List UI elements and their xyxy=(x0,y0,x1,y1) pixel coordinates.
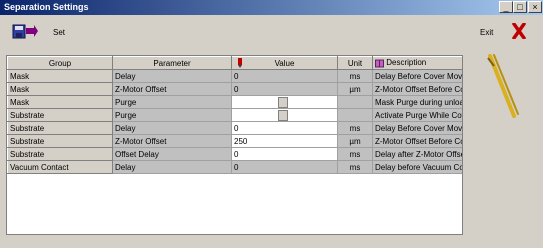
cell-description: Mask Purge during unload xyxy=(372,95,462,109)
cell-value[interactable]: 0 xyxy=(231,121,338,135)
cell-description: Delay before Vacuum Contact xyxy=(372,160,462,174)
cell-value[interactable]: 250 xyxy=(231,134,338,148)
title-bar: Separation Settings _ □ × xyxy=(0,0,543,15)
table-row: Substrate Purge Activate Purge While Cov… xyxy=(7,108,462,122)
cell-value-checkbox[interactable] xyxy=(231,108,338,122)
col-header-description-label: Description xyxy=(386,58,427,68)
cell-unit: µm xyxy=(337,134,373,148)
cell-unit: ms xyxy=(337,147,373,161)
table-row: Mask Z-Motor Offset 0 µm Z-Motor Offset … xyxy=(7,82,462,96)
cell-group: Substrate xyxy=(7,147,113,161)
col-header-value[interactable]: Value xyxy=(231,56,338,70)
tweezers-icon xyxy=(487,54,519,118)
cell-group: Substrate xyxy=(7,108,113,122)
maximize-button[interactable]: □ xyxy=(513,1,527,13)
window-title: Separation Settings xyxy=(4,2,89,12)
status-bar xyxy=(0,241,543,248)
cell-description: Z-Motor Offset Before Cover xyxy=(372,134,462,148)
table-row: Vacuum Contact Delay 0 ms Delay before V… xyxy=(7,160,462,174)
cell-value[interactable]: 0 xyxy=(231,160,338,174)
cell-value[interactable]: 0 xyxy=(231,69,338,83)
cell-description: Z-Motor Offset Before Cover xyxy=(372,82,462,96)
set-label[interactable]: Set xyxy=(53,28,65,37)
cell-value[interactable]: 0 xyxy=(231,147,338,161)
purge-checkbox[interactable] xyxy=(278,96,288,108)
table-row: Mask Purge Mask Purge during unload xyxy=(7,95,462,109)
cell-parameter: Offset Delay xyxy=(112,147,232,161)
cell-parameter: Z-Motor Offset xyxy=(112,82,232,96)
cell-group: Mask xyxy=(7,82,113,96)
exit-label[interactable]: Exit xyxy=(480,28,493,37)
col-header-parameter[interactable]: Parameter xyxy=(112,56,232,70)
settings-grid: Group Parameter Value Unit Description M… xyxy=(6,55,463,235)
cell-group: Substrate xyxy=(7,134,113,148)
cell-parameter: Delay xyxy=(112,69,232,83)
set-button[interactable] xyxy=(12,23,38,43)
cell-group: Substrate xyxy=(7,121,113,135)
table-row: Substrate Offset Delay 0 ms Delay after … xyxy=(7,147,462,161)
cell-unit xyxy=(337,95,373,109)
col-header-value-label: Value xyxy=(274,58,295,68)
cell-description: Delay Before Cover Move Up xyxy=(372,121,462,135)
cell-parameter: Delay xyxy=(112,160,232,174)
cell-unit: ms xyxy=(337,121,373,135)
exit-button[interactable] xyxy=(512,22,526,41)
cell-unit: ms xyxy=(337,69,373,83)
cell-unit: µm xyxy=(337,82,373,96)
red-x-icon xyxy=(512,22,526,40)
cell-value[interactable]: 0 xyxy=(231,82,338,96)
cell-description: Activate Purge While Cover xyxy=(372,108,462,122)
cell-parameter: Z-Motor Offset xyxy=(112,134,232,148)
minimize-button[interactable]: _ xyxy=(499,1,513,13)
cell-value-checkbox[interactable] xyxy=(231,95,338,109)
cell-group: Mask xyxy=(7,95,113,109)
cell-group: Vacuum Contact xyxy=(7,160,113,174)
cell-description: Delay Before Cover Move Up xyxy=(372,69,462,83)
cell-parameter: Delay xyxy=(112,121,232,135)
table-row: Substrate Delay 0 ms Delay Before Cover … xyxy=(7,121,462,135)
cell-parameter: Purge xyxy=(112,95,232,109)
cell-description: Delay after Z-Motor Offset xyxy=(372,147,462,161)
purge-checkbox[interactable] xyxy=(278,109,288,121)
side-graphic xyxy=(480,52,526,124)
save-disk-icon xyxy=(12,24,38,39)
pen-edit-icon xyxy=(238,58,242,68)
cell-unit xyxy=(337,108,373,122)
close-button[interactable]: × xyxy=(528,1,542,13)
grid-header-row: Group Parameter Value Unit Description xyxy=(7,56,462,70)
table-row: Mask Delay 0 ms Delay Before Cover Move … xyxy=(7,69,462,83)
col-header-description[interactable]: Description xyxy=(372,56,462,70)
cell-group: Mask xyxy=(7,69,113,83)
col-header-unit[interactable]: Unit xyxy=(337,56,373,70)
cell-parameter: Purge xyxy=(112,108,232,122)
table-row: Substrate Z-Motor Offset 250 µm Z-Motor … xyxy=(7,134,462,148)
book-icon xyxy=(375,59,384,68)
toolbar: Set Exit xyxy=(0,15,543,51)
col-header-group[interactable]: Group xyxy=(7,56,113,70)
cell-unit: ms xyxy=(337,160,373,174)
